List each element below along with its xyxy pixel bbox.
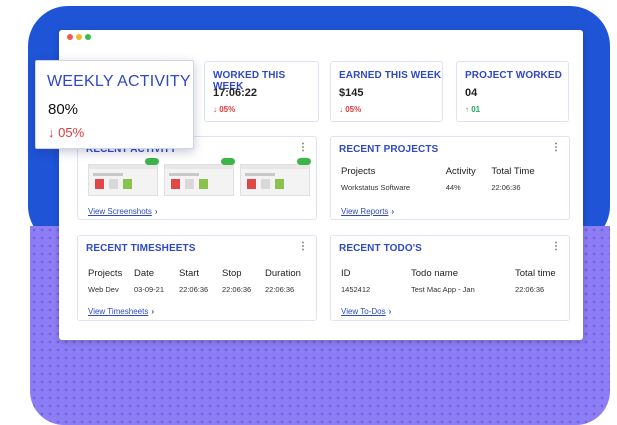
- column-header: Stop: [222, 267, 242, 279]
- chevron-right-icon: ›: [151, 307, 154, 316]
- column-header: Date: [134, 267, 155, 279]
- stat-change: ↓ 05%: [213, 105, 236, 114]
- table-cell: 22:06:36: [222, 284, 252, 294]
- view-timesheets-label: View Timesheets: [88, 307, 149, 316]
- stat-card-earned-this-week[interactable]: EARNED THIS WEEK $145 ↓ 05%: [330, 61, 443, 122]
- weekly-activity-title: WEEKLY ACTIVITY: [47, 73, 191, 90]
- weekly-activity-value: 80%: [48, 101, 79, 118]
- close-window-dot[interactable]: [67, 34, 73, 40]
- column-header: Total Time: [491, 165, 535, 177]
- table-cell: 03-09-21: [134, 284, 165, 294]
- chevron-right-icon: ›: [391, 207, 395, 216]
- column-header: Todo name: [411, 267, 459, 279]
- table-cell: Test Mac App - Jan: [411, 284, 475, 294]
- view-reports-label: View Reports: [341, 207, 389, 216]
- stat-value: $145: [339, 87, 364, 99]
- maximize-window-dot[interactable]: [85, 34, 91, 40]
- table-cell: Web Dev: [88, 284, 119, 294]
- table-cell: 1452412: [341, 284, 371, 294]
- view-screenshots-label: View Screenshots: [88, 207, 152, 216]
- table-row[interactable]: Web Dev 03-09-21 22:06:36 22:06:36 22:06…: [88, 281, 310, 297]
- recent-projects-title: RECENT PROJECTS: [339, 144, 439, 155]
- recent-timesheets-card: RECENT TIMESHEETS ⋮ Projects Date Start …: [77, 235, 317, 321]
- stat-title: PROJECT WORKED: [465, 70, 562, 81]
- view-todos-label: View To-Dos: [341, 307, 386, 316]
- stat-title: EARNED THIS WEEK: [339, 70, 442, 81]
- more-vertical-icon[interactable]: ⋮: [298, 242, 308, 252]
- column-header: Duration: [265, 267, 301, 279]
- weekly-activity-change: ↓ 05%: [48, 125, 85, 140]
- stat-value: 04: [465, 87, 478, 99]
- more-vertical-icon[interactable]: ⋮: [551, 242, 561, 252]
- recent-timesheets-title: RECENT TIMESHEETS: [86, 243, 196, 254]
- window-titlebar: [59, 30, 583, 46]
- column-header: Start: [179, 267, 200, 279]
- screenshot-thumbnail[interactable]: [88, 158, 159, 196]
- recent-projects-table: Projects Activity Total Time Workstatus …: [341, 163, 557, 195]
- view-timesheets-link[interactable]: View Timesheets ›: [88, 307, 154, 316]
- minimize-window-dot[interactable]: [76, 34, 82, 40]
- weekly-activity-popup[interactable]: WEEKLY ACTIVITY 80% ↓ 05%: [35, 60, 194, 149]
- column-header: Projects: [88, 267, 123, 279]
- view-reports-link[interactable]: View Reports ›: [341, 207, 394, 216]
- table-row[interactable]: 1452412 Test Mac App - Jan 22:06:36: [341, 281, 563, 297]
- table-cell: Workstatus Software: [341, 182, 411, 192]
- column-header: Activity: [445, 165, 476, 177]
- table-cell: 22:06:36: [179, 284, 209, 294]
- activity-badge: [221, 158, 235, 165]
- stat-change: ↑ 01: [465, 105, 481, 114]
- table-cell: 22:06:36: [491, 182, 521, 192]
- view-screenshots-link[interactable]: View Screenshots ›: [88, 207, 158, 216]
- chevron-right-icon: ›: [154, 207, 158, 216]
- recent-todos-title: RECENT TODO'S: [339, 243, 422, 254]
- view-todos-link[interactable]: View To-Dos ›: [341, 307, 391, 316]
- more-vertical-icon[interactable]: ⋮: [298, 143, 308, 153]
- activity-badge: [145, 158, 159, 165]
- column-header: Total time: [515, 267, 556, 279]
- stat-card-worked-this-week[interactable]: WORKED THIS WEEK 17:06:22 ↓ 05%: [204, 61, 319, 122]
- table-cell: 22:06:36: [515, 284, 545, 294]
- column-header: Projects: [341, 165, 376, 177]
- activity-badge: [297, 158, 311, 165]
- stat-change: ↓ 05%: [339, 105, 362, 114]
- recent-todos-table: ID Todo name Total time 1452412 Test Mac…: [341, 265, 563, 297]
- recent-todos-card: RECENT TODO'S ⋮ ID Todo name Total time …: [330, 235, 570, 321]
- more-vertical-icon[interactable]: ⋮: [551, 143, 561, 153]
- recent-projects-card: RECENT PROJECTS ⋮ Projects Activity Tota…: [330, 136, 570, 220]
- stat-value: 17:06:22: [213, 87, 258, 99]
- recent-timesheets-table: Projects Date Start Stop Duration Web De…: [88, 265, 310, 297]
- column-header: ID: [341, 267, 351, 279]
- chevron-right-icon: ›: [388, 307, 392, 316]
- screenshot-thumbnail[interactable]: [240, 158, 311, 196]
- table-cell: 22:06:36: [265, 284, 295, 294]
- table-cell: 44%: [445, 182, 461, 192]
- stat-card-project-worked[interactable]: PROJECT WORKED 04 ↑ 01: [456, 61, 569, 122]
- screenshot-thumbnail[interactable]: [164, 158, 235, 196]
- table-row[interactable]: Workstatus Software 44% 22:06:36: [341, 179, 557, 195]
